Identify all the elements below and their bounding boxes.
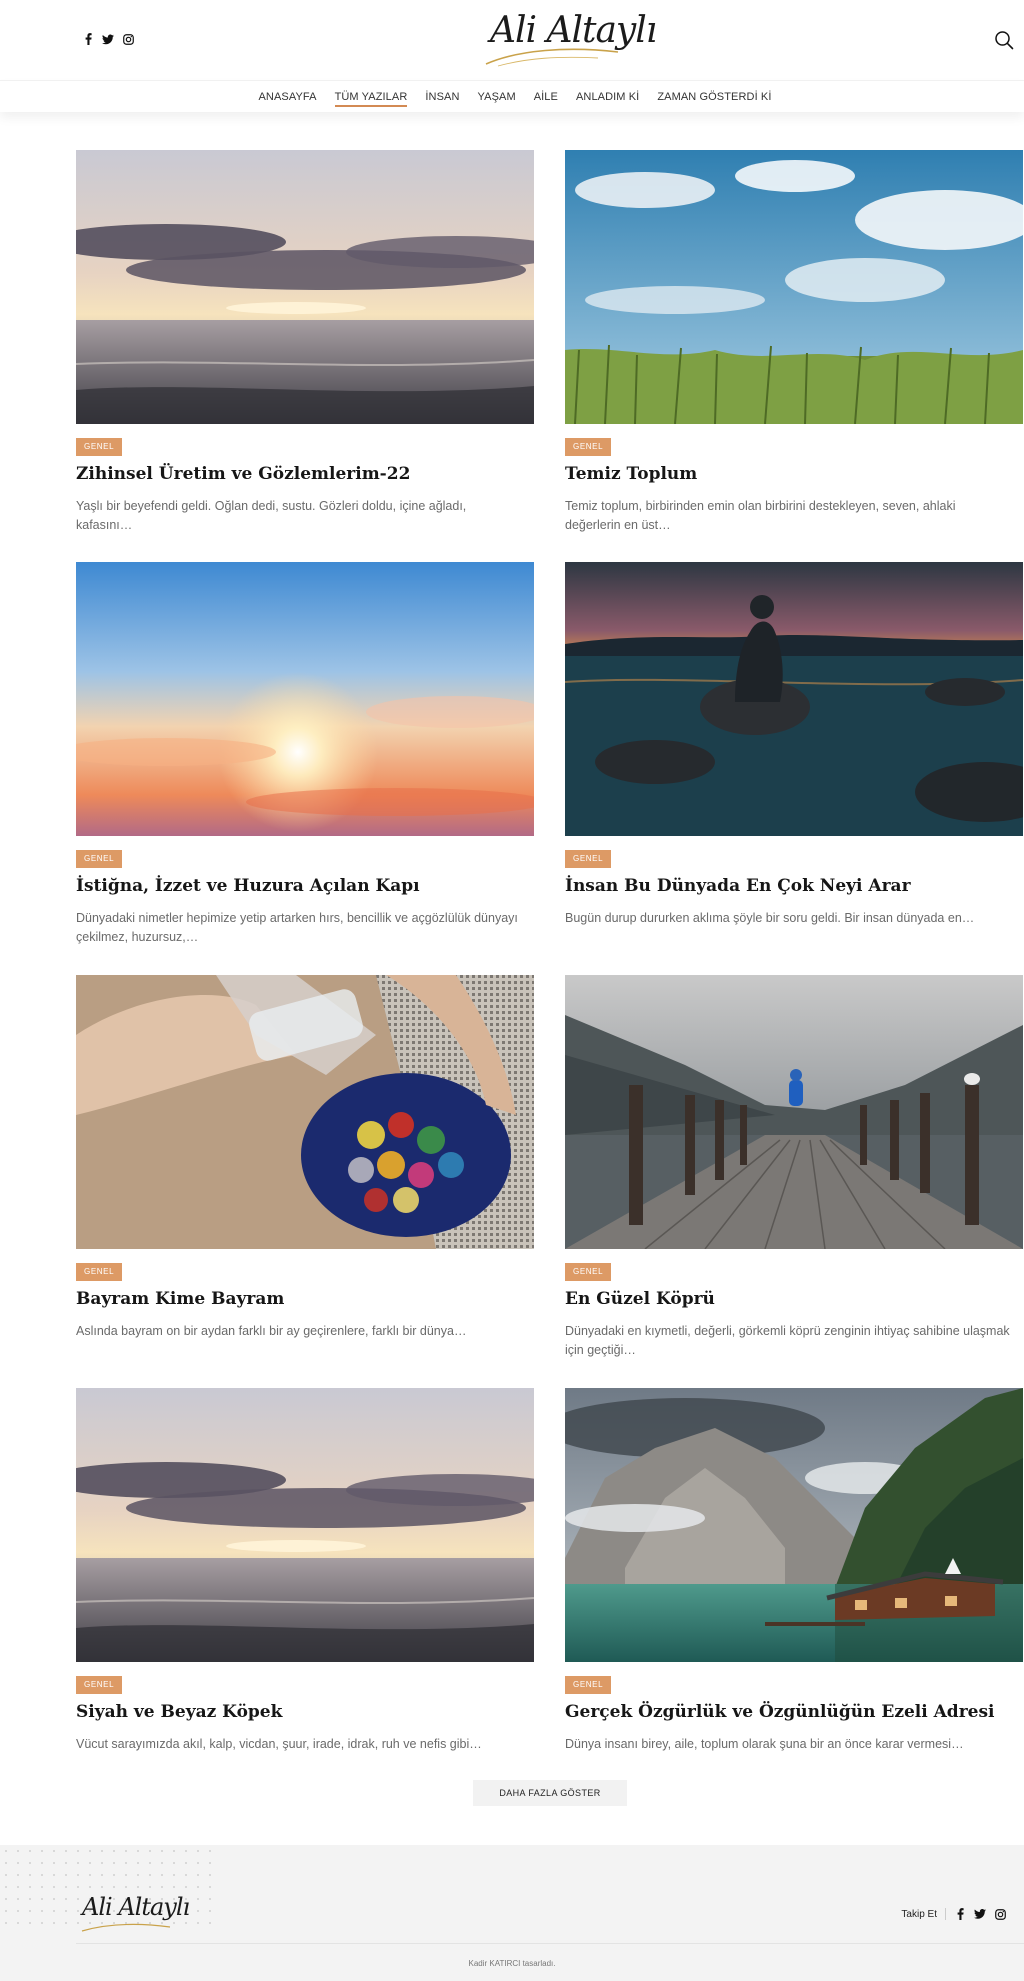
post-card: GENEL İstiğna, İzzet ve Huzura Açılan Ka…: [76, 562, 534, 944]
nav-item-aile[interactable]: AİLE: [534, 87, 558, 107]
sea-sunset-image: [76, 150, 534, 424]
post-card: GENEL Bayram Kime Bayram Aslında bayram …: [76, 975, 534, 1338]
twitter-icon[interactable]: [102, 32, 114, 46]
instagram-icon[interactable]: [122, 32, 134, 46]
category-badge[interactable]: GENEL: [565, 438, 612, 456]
category-badge[interactable]: GENEL: [565, 1263, 612, 1281]
post-title[interactable]: İnsan Bu Dünyada En Çok Neyi Arar: [565, 876, 911, 896]
post-thumbnail[interactable]: [565, 1388, 1023, 1662]
footer-follow: Takip Et: [901, 1908, 1006, 1920]
twitter-icon[interactable]: [974, 1908, 986, 1920]
post-excerpt: Temiz toplum, birbirinden emin olan birb…: [565, 499, 956, 532]
post-thumbnail[interactable]: [565, 562, 1023, 836]
post-card: GENEL Gerçek Özgürlük ve Özgünlüğün Ezel…: [565, 1388, 1023, 1751]
footer-logo[interactable]: Ali Altaylı: [81, 1893, 190, 1932]
post-title[interactable]: Temiz Toplum: [565, 464, 697, 484]
sea-sunset-image: [76, 1388, 534, 1662]
category-badge[interactable]: GENEL: [76, 1263, 123, 1281]
post-thumbnail[interactable]: [565, 150, 1023, 424]
post-excerpt: Dünya insanı birey, aile, toplum olarak …: [565, 1737, 964, 1751]
search-icon[interactable]: [994, 30, 1014, 50]
footer-logo-swash: [81, 1923, 171, 1932]
post-title[interactable]: Zihinsel Üretim ve Gözlemlerim-22: [76, 464, 410, 484]
load-more-button[interactable]: DAHA FAZLA GÖSTER: [473, 1780, 627, 1806]
instagram-icon[interactable]: [994, 1908, 1006, 1920]
post-thumbnail[interactable]: [76, 975, 534, 1249]
nav-item-zaman-gosterdi-ki[interactable]: ZAMAN GÖSTERDİ Kİ: [657, 87, 771, 107]
post-card: GENEL İnsan Bu Dünyada En Çok Neyi Arar …: [565, 562, 1023, 925]
post-card: GENEL Temiz Toplum Temiz toplum, birbiri…: [565, 150, 1023, 532]
facebook-icon[interactable]: [954, 1908, 966, 1920]
footer-credit: Kadir KATIRCI tasarladı.: [468, 1959, 556, 1968]
facebook-icon[interactable]: [82, 32, 94, 46]
post-thumbnail[interactable]: [76, 1388, 534, 1662]
nav-item-anladim-ki[interactable]: ANLADIM Kİ: [576, 87, 639, 107]
post-title[interactable]: Gerçek Özgürlük ve Özgünlüğün Ezeli Adre…: [565, 1702, 995, 1722]
post-excerpt: Yaşlı bir beyefendi geldi. Oğlan dedi, s…: [76, 499, 467, 532]
mountain-lake-image: [565, 1388, 1023, 1662]
post-title[interactable]: En Güzel Köprü: [565, 1289, 715, 1309]
post-excerpt: Vücut sarayımızda akıl, kalp, vicdan, şu…: [76, 1737, 482, 1751]
site-footer: Ali Altaylı Takip Et Kadir KATIRCI tasar…: [0, 1845, 1024, 1981]
header-social-links: [82, 32, 134, 46]
post-card: GENEL En Güzel Köprü Dünyadaki en kıymet…: [565, 975, 1023, 1357]
site-header: Ali Altaylı: [0, 0, 1024, 80]
nav-item-tum-yazilar[interactable]: TÜM YAZILAR: [334, 87, 408, 107]
post-excerpt: Dünyadaki nimetler hepimize yetip artark…: [76, 911, 518, 944]
main-navigation: ANASAYFA TÜM YAZILAR İNSAN YAŞAM AİLE AN…: [0, 80, 1024, 112]
site-logo[interactable]: Ali Altaylı: [478, 6, 657, 70]
post-title[interactable]: İstiğna, İzzet ve Huzura Açılan Kapı: [76, 876, 420, 896]
category-badge[interactable]: GENEL: [76, 1676, 123, 1694]
category-badge[interactable]: GENEL: [565, 1676, 612, 1694]
sky-sun-image: [76, 562, 534, 836]
nav-item-yasam[interactable]: YAŞAM: [478, 87, 516, 107]
post-thumbnail[interactable]: [76, 562, 534, 836]
post-card: GENEL Zihinsel Üretim ve Gözlemlerim-22 …: [76, 150, 534, 532]
post-title[interactable]: Bayram Kime Bayram: [76, 1289, 284, 1309]
category-badge[interactable]: GENEL: [76, 438, 123, 456]
pier-lake-image: [565, 975, 1023, 1249]
post-title[interactable]: Siyah ve Beyaz Köpek: [76, 1702, 282, 1722]
post-excerpt: Aslında bayram on bir aydan farklı bir a…: [76, 1324, 467, 1338]
nav-item-anasayfa[interactable]: ANASAYFA: [259, 87, 317, 107]
category-badge[interactable]: GENEL: [565, 850, 612, 868]
logo-swash: [485, 48, 619, 67]
man-rock-sunset-image: [565, 562, 1023, 836]
footer-divider: [76, 1943, 1024, 1944]
divider: [945, 1908, 946, 1920]
post-thumbnail[interactable]: [565, 975, 1023, 1249]
footer-logo-text: Ali Altaylı: [82, 1893, 190, 1921]
post-excerpt: Bugün durup dururken aklıma şöyle bir so…: [565, 911, 975, 925]
nav-item-insan[interactable]: İNSAN: [425, 87, 459, 107]
sky-grass-image: [565, 150, 1023, 424]
post-excerpt: Dünyadaki en kıymetli, değerli, görkemli…: [565, 1324, 1010, 1357]
post-thumbnail[interactable]: [76, 150, 534, 424]
category-badge[interactable]: GENEL: [76, 850, 123, 868]
follow-label: Takip Et: [901, 1908, 937, 1920]
candy-bowl-image: [76, 975, 534, 1249]
post-card: GENEL Siyah ve Beyaz Köpek Vücut sarayım…: [76, 1388, 534, 1751]
